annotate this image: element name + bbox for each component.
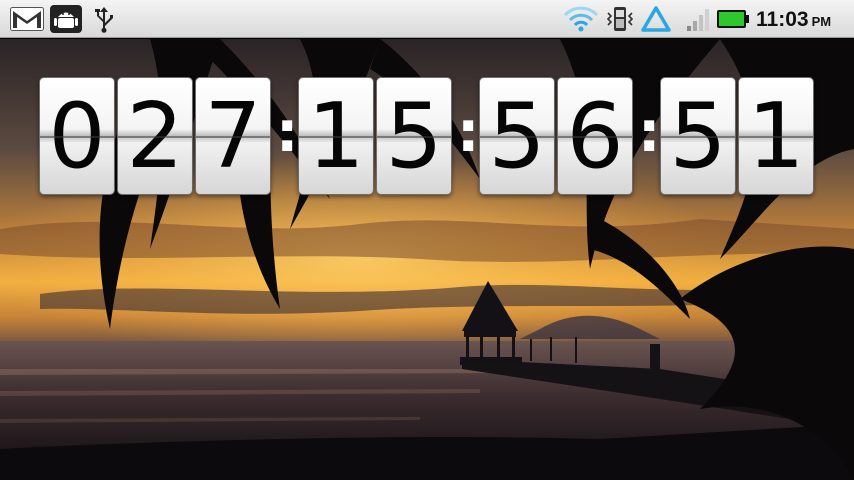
days-digit-2[interactable]: 2 xyxy=(117,77,193,195)
seconds-digit-1[interactable]: 5 xyxy=(660,77,736,195)
minutes-seconds-separator: : xyxy=(638,100,661,165)
countdown-widget[interactable]: 0 2 7 : 1 5 : 5 6 : 5 1 xyxy=(0,0,854,480)
seconds-digit-2[interactable]: 1 xyxy=(738,77,814,195)
days-digit-3[interactable]: 7 xyxy=(195,77,271,195)
hours-digit-2[interactable]: 5 xyxy=(376,77,452,195)
hours-digit-1[interactable]: 1 xyxy=(298,77,374,195)
days-digit-1[interactable]: 0 xyxy=(39,77,115,195)
days-hours-separator: : xyxy=(276,100,299,165)
hours-minutes-separator: : xyxy=(457,100,480,165)
minutes-digit-2[interactable]: 6 xyxy=(557,77,633,195)
minutes-digit-1[interactable]: 5 xyxy=(479,77,555,195)
